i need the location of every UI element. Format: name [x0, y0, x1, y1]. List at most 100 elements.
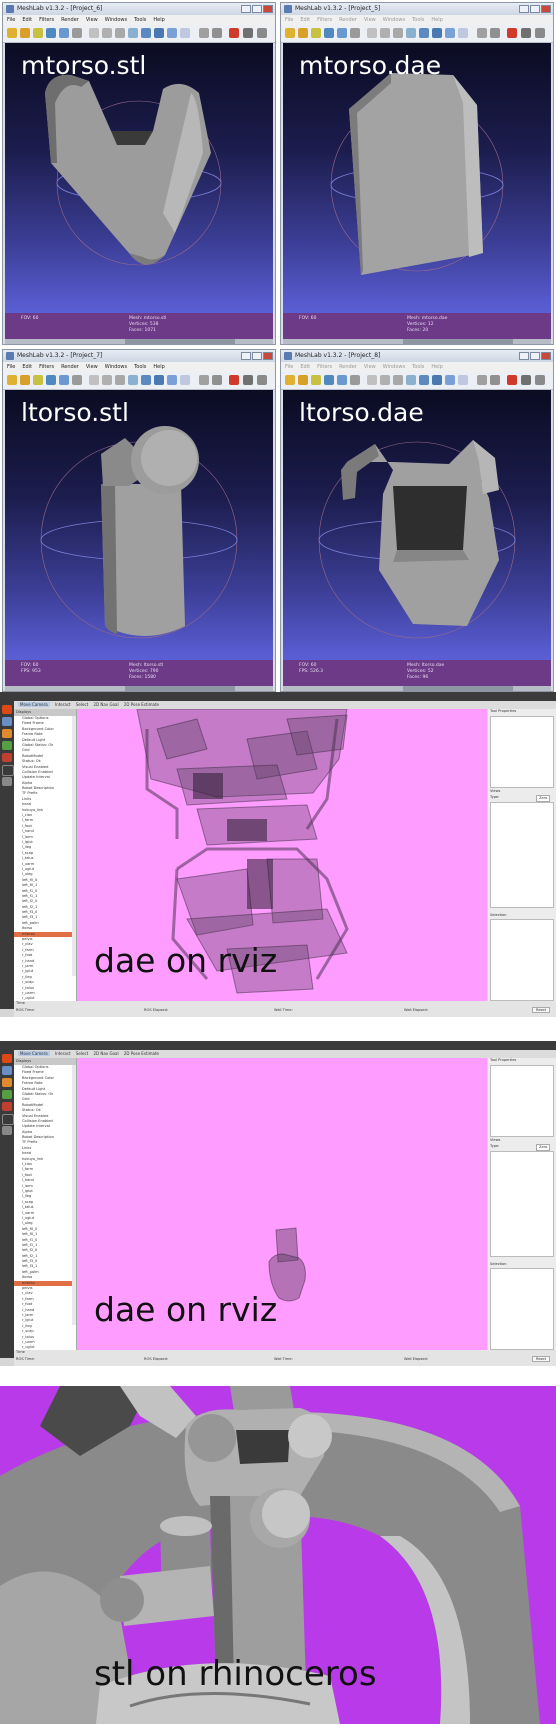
- bbox-icon[interactable]: [89, 375, 99, 385]
- close-button[interactable]: [541, 5, 551, 13]
- menu-filters[interactable]: Filters: [317, 364, 332, 370]
- import-icon[interactable]: [311, 28, 321, 38]
- office-icon[interactable]: [2, 741, 12, 750]
- tool-select[interactable]: Select: [76, 702, 88, 707]
- flatlines-icon[interactable]: [419, 375, 429, 385]
- open-icon[interactable]: [285, 28, 295, 38]
- reset-button[interactable]: Reset: [532, 1007, 551, 1013]
- menu-edit[interactable]: Edit: [300, 364, 310, 370]
- texture-icon[interactable]: [180, 28, 190, 38]
- gear-icon[interactable]: [490, 28, 500, 38]
- open-project-icon[interactable]: [298, 28, 308, 38]
- menu-tools[interactable]: Tools: [412, 17, 424, 23]
- files-icon[interactable]: [2, 717, 12, 726]
- smooth-icon[interactable]: [167, 375, 177, 385]
- open-project-icon[interactable]: [298, 375, 308, 385]
- search-icon[interactable]: [257, 375, 267, 385]
- smooth-icon[interactable]: [445, 28, 455, 38]
- menu-render[interactable]: Render: [339, 17, 357, 23]
- tool-interact[interactable]: Interact: [55, 1051, 71, 1056]
- points-icon[interactable]: [102, 28, 112, 38]
- flat-icon[interactable]: [154, 375, 164, 385]
- minimize-button[interactable]: [241, 352, 251, 360]
- save-icon[interactable]: [324, 28, 334, 38]
- maximize-button[interactable]: [252, 352, 262, 360]
- menu-file[interactable]: File: [7, 364, 15, 370]
- browser-icon[interactable]: [2, 1078, 12, 1087]
- bbox-icon[interactable]: [367, 375, 377, 385]
- bbox-icon[interactable]: [367, 28, 377, 38]
- scrollbar[interactable]: [5, 686, 273, 691]
- menu-windows[interactable]: Windows: [383, 364, 405, 370]
- save-icon[interactable]: [46, 28, 56, 38]
- menu-file[interactable]: File: [7, 17, 15, 23]
- tool-2d-pose-estimate[interactable]: 2D Pose Estimate: [124, 702, 159, 707]
- 3d-viewport[interactable]: dae on rviz: [77, 1058, 487, 1350]
- snapshot-icon[interactable]: [337, 375, 347, 385]
- menu-edit[interactable]: Edit: [22, 17, 32, 23]
- gear-icon[interactable]: [212, 375, 222, 385]
- maximize-button[interactable]: [252, 5, 262, 13]
- menu-help[interactable]: Help: [153, 17, 164, 23]
- minimize-button[interactable]: [519, 5, 529, 13]
- hiddenlines-icon[interactable]: [128, 28, 138, 38]
- light-icon[interactable]: [199, 28, 209, 38]
- maximize-button[interactable]: [530, 5, 540, 13]
- points-icon[interactable]: [380, 375, 390, 385]
- layers-icon[interactable]: [72, 375, 82, 385]
- import-icon[interactable]: [33, 28, 43, 38]
- smooth-icon[interactable]: [445, 375, 455, 385]
- hiddenlines-icon[interactable]: [406, 28, 416, 38]
- menu-help[interactable]: Help: [431, 17, 442, 23]
- save-icon[interactable]: [324, 375, 334, 385]
- menu-render[interactable]: Render: [339, 364, 357, 370]
- home-icon[interactable]: [2, 705, 12, 714]
- menu-edit[interactable]: Edit: [22, 364, 32, 370]
- software-icon[interactable]: [2, 1102, 12, 1111]
- zero-button[interactable]: Zero: [536, 795, 551, 802]
- menu-help[interactable]: Help: [153, 364, 164, 370]
- light-icon[interactable]: [477, 28, 487, 38]
- smooth-icon[interactable]: [167, 28, 177, 38]
- hiddenlines-icon[interactable]: [406, 375, 416, 385]
- tool-2d-pose-estimate[interactable]: 2D Pose Estimate: [124, 1051, 159, 1056]
- tool-interact[interactable]: Interact: [55, 702, 71, 707]
- open-project-icon[interactable]: [20, 28, 30, 38]
- wireframe-icon[interactable]: [115, 375, 125, 385]
- snapshot-icon[interactable]: [59, 375, 69, 385]
- settings-icon[interactable]: [2, 777, 12, 786]
- menu-render[interactable]: Render: [61, 364, 79, 370]
- terminal-icon[interactable]: [2, 1114, 14, 1125]
- menu-render[interactable]: Render: [61, 17, 79, 23]
- gear-icon[interactable]: [490, 375, 500, 385]
- 3d-viewport[interactable]: mtorso.stl: [5, 43, 273, 313]
- menu-tools[interactable]: Tools: [134, 17, 146, 23]
- flat-icon[interactable]: [432, 28, 442, 38]
- open-icon[interactable]: [7, 28, 17, 38]
- open-icon[interactable]: [7, 375, 17, 385]
- pick-icon[interactable]: [243, 375, 253, 385]
- minimize-button[interactable]: [241, 5, 251, 13]
- scrollbar[interactable]: [283, 339, 551, 344]
- wireframe-icon[interactable]: [393, 375, 403, 385]
- 3d-viewport[interactable]: dae on rviz: [77, 709, 487, 1001]
- delete-icon[interactable]: [507, 375, 517, 385]
- hiddenlines-icon[interactable]: [128, 375, 138, 385]
- layers-icon[interactable]: [72, 28, 82, 38]
- scrollbar[interactable]: [5, 339, 273, 344]
- 3d-viewport[interactable]: mtorso.dae: [283, 43, 551, 313]
- menu-filters[interactable]: Filters: [39, 364, 54, 370]
- open-project-icon[interactable]: [20, 375, 30, 385]
- maximize-button[interactable]: [530, 352, 540, 360]
- scrollbar[interactable]: [72, 1065, 76, 1325]
- points-icon[interactable]: [380, 28, 390, 38]
- rhinoceros-viewport[interactable]: stl on rhinoceros: [0, 1386, 556, 1724]
- texture-icon[interactable]: [458, 28, 468, 38]
- menu-windows[interactable]: Windows: [105, 17, 127, 23]
- wireframe-icon[interactable]: [115, 28, 125, 38]
- search-icon[interactable]: [257, 28, 267, 38]
- texture-icon[interactable]: [458, 375, 468, 385]
- open-icon[interactable]: [285, 375, 295, 385]
- 3d-viewport[interactable]: ltorso.stl: [5, 390, 273, 660]
- menu-file[interactable]: File: [285, 364, 293, 370]
